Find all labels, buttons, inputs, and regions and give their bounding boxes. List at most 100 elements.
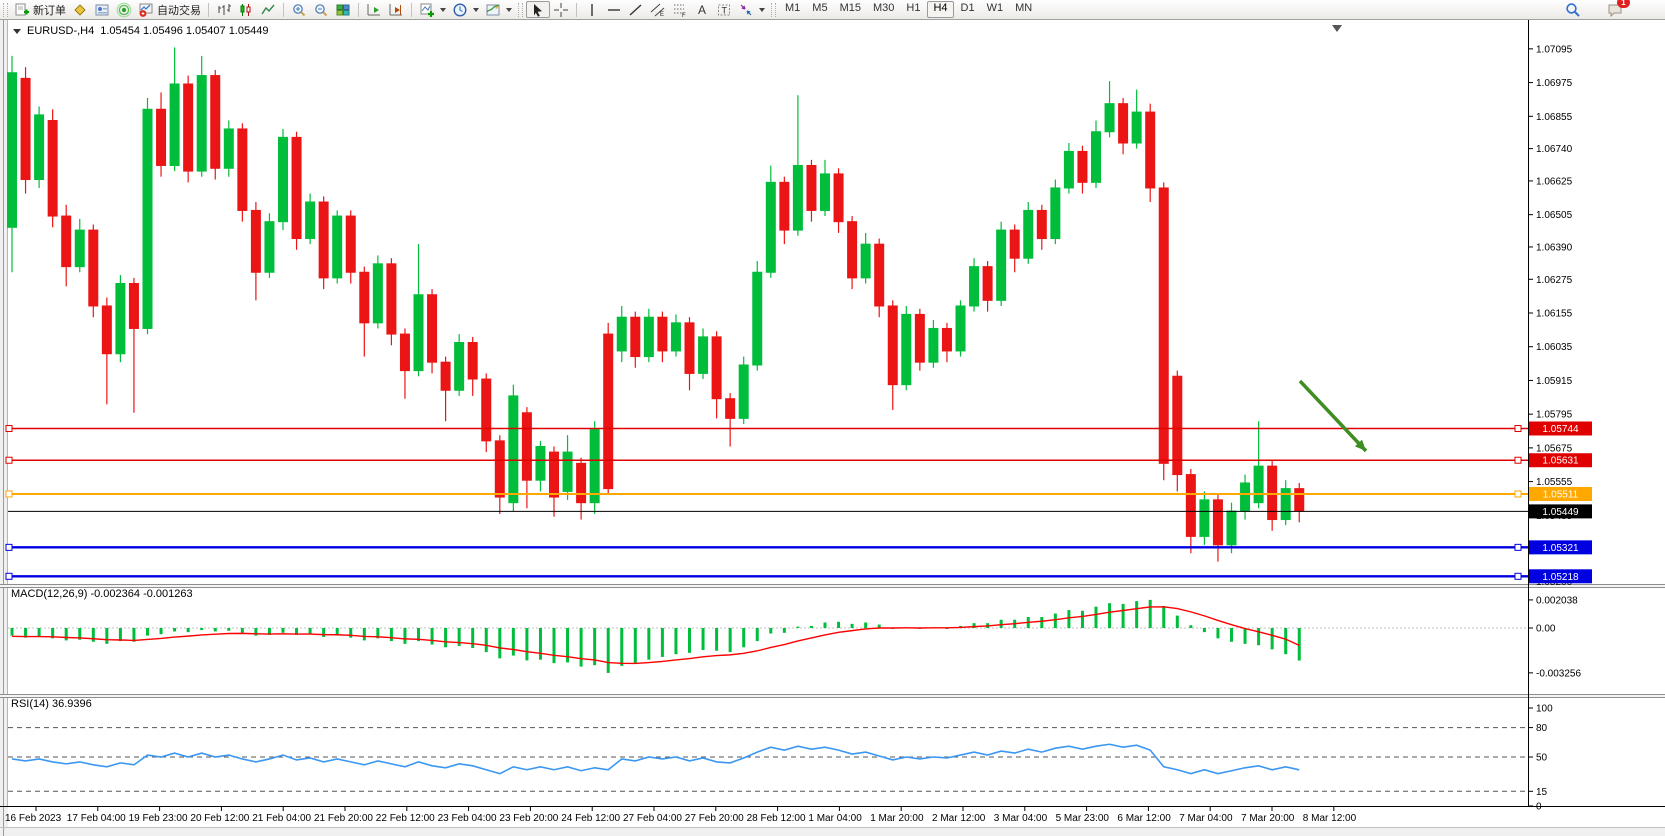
timeframe-button-W1[interactable]: W1 [982, 1, 1009, 16]
period-button[interactable] [449, 1, 482, 18]
time-axis-label: 19 Feb 23:00 [129, 813, 188, 824]
candle-body [1227, 511, 1236, 545]
add-indicator-button[interactable] [416, 1, 449, 18]
candle-body [902, 314, 911, 384]
timeframe-button-M1[interactable]: M1 [780, 1, 805, 16]
price-axis-label: 1.06975 [1536, 78, 1573, 89]
trendline-tool-button[interactable] [625, 1, 647, 18]
tile-windows-button[interactable] [332, 1, 354, 18]
chart-canvas[interactable]: 1.070951.069751.068551.067401.066251.065… [0, 0, 1665, 836]
candle-body [455, 343, 464, 391]
zoom-in-button[interactable] [288, 1, 310, 18]
trendline-icon [628, 2, 644, 18]
autotrading-button[interactable]: 自动交易 [135, 1, 204, 18]
auto-scroll-button[interactable] [363, 1, 385, 18]
line-handle[interactable] [1515, 491, 1521, 497]
macd-bar [688, 628, 691, 653]
price-axis-label: 1.06275 [1536, 275, 1573, 286]
candle-body [929, 328, 938, 362]
channel-tool-button[interactable]: E [647, 1, 669, 18]
vertical-line-tool-button[interactable] [581, 1, 603, 18]
candle-body [848, 222, 857, 278]
candle-body [685, 323, 694, 374]
market-watch-button[interactable] [69, 1, 91, 18]
candle-body [699, 337, 708, 374]
price-axis-label: 1.06390 [1536, 242, 1573, 253]
timeframe-button-H4[interactable]: H4 [927, 1, 953, 18]
toolbar-right-group: 1 [1565, 2, 1665, 18]
rsi-axis-label: 50 [1536, 753, 1548, 764]
line-chart-button[interactable] [257, 1, 279, 18]
horizontal-line-tool-button[interactable] [603, 1, 625, 18]
navigator-button[interactable] [113, 1, 135, 18]
line-handle[interactable] [1515, 573, 1521, 579]
macd-bar [539, 628, 542, 660]
line-handle[interactable] [6, 544, 12, 550]
time-axis-label: 1 Mar 20:00 [870, 813, 924, 824]
candle-body [89, 230, 98, 306]
price-axis-label: 1.07095 [1536, 44, 1573, 55]
candle-body [35, 115, 44, 180]
template-button[interactable] [482, 1, 515, 18]
equidistant-channel-icon: E [650, 2, 666, 18]
price-axis-label: 1.06625 [1536, 176, 1573, 187]
data-window-icon [94, 2, 110, 18]
fibonacci-tool-button[interactable]: F [669, 1, 691, 18]
time-axis-label: 24 Feb 12:00 [561, 813, 620, 824]
candle-body [360, 272, 369, 323]
bar-chart-button[interactable] [213, 1, 235, 18]
timeframe-button-D1[interactable]: D1 [956, 1, 980, 16]
candle-body [292, 137, 301, 238]
text-label-tool-button[interactable]: T [713, 1, 735, 18]
time-axis-label: 7 Mar 04:00 [1179, 813, 1233, 824]
rsi-axis-label: 80 [1536, 723, 1548, 734]
macd-bar [471, 628, 474, 648]
line-handle[interactable] [6, 491, 12, 497]
candlestick-chart-button[interactable] [235, 1, 257, 18]
crosshair-tool-button[interactable] [550, 1, 572, 18]
candle-body [1200, 500, 1209, 537]
shapes-tool-button[interactable] [735, 1, 768, 18]
macd-bar [1189, 625, 1192, 628]
candle-body [482, 379, 491, 441]
zoom-out-button[interactable] [310, 1, 332, 18]
line-handle[interactable] [6, 573, 12, 579]
line-handle[interactable] [1515, 457, 1521, 463]
cursor-tool-button[interactable] [526, 1, 550, 18]
macd-bar [715, 628, 718, 651]
timeframe-button-MN[interactable]: MN [1010, 1, 1037, 16]
timeframe-button-M30[interactable]: M30 [868, 1, 899, 16]
price-axis-label: 1.06155 [1536, 309, 1573, 320]
vertical-line-icon [584, 2, 600, 18]
candle-body [1295, 489, 1304, 511]
chart-shift-button[interactable] [385, 1, 407, 18]
data-window-button[interactable] [91, 1, 113, 18]
candle-body [509, 396, 518, 503]
timeframe-group: M1M5M15M30H1H4D1W1MN [779, 1, 1038, 18]
timeframe-button-H1[interactable]: H1 [901, 1, 925, 16]
timeframe-button-M5[interactable]: M5 [807, 1, 832, 16]
candle-body [143, 109, 152, 328]
line-handle[interactable] [6, 457, 12, 463]
line-handle[interactable] [1515, 425, 1521, 431]
text-tool-button[interactable]: A [691, 1, 713, 18]
candle-body [468, 343, 477, 380]
new-order-button[interactable]: 新订单 [11, 1, 69, 18]
timeframe-button-M15[interactable]: M15 [835, 1, 866, 16]
search-icon[interactable] [1565, 2, 1581, 18]
line-handle[interactable] [6, 425, 12, 431]
candle-body [942, 328, 951, 350]
macd-bar [769, 628, 772, 634]
candle-body [780, 182, 789, 230]
macd-bar [485, 628, 488, 652]
macd-bar [864, 622, 867, 628]
candle-body [211, 76, 220, 169]
candle-body [793, 165, 802, 230]
symbol-dropdown-icon[interactable] [13, 29, 21, 34]
notification-badge: 1 [1617, 0, 1630, 8]
candle-body [631, 317, 640, 356]
notifications-button[interactable]: 1 [1607, 2, 1623, 18]
line-handle[interactable] [1515, 544, 1521, 550]
macd-bar [824, 622, 827, 628]
dropdown-caret-icon [440, 8, 446, 12]
